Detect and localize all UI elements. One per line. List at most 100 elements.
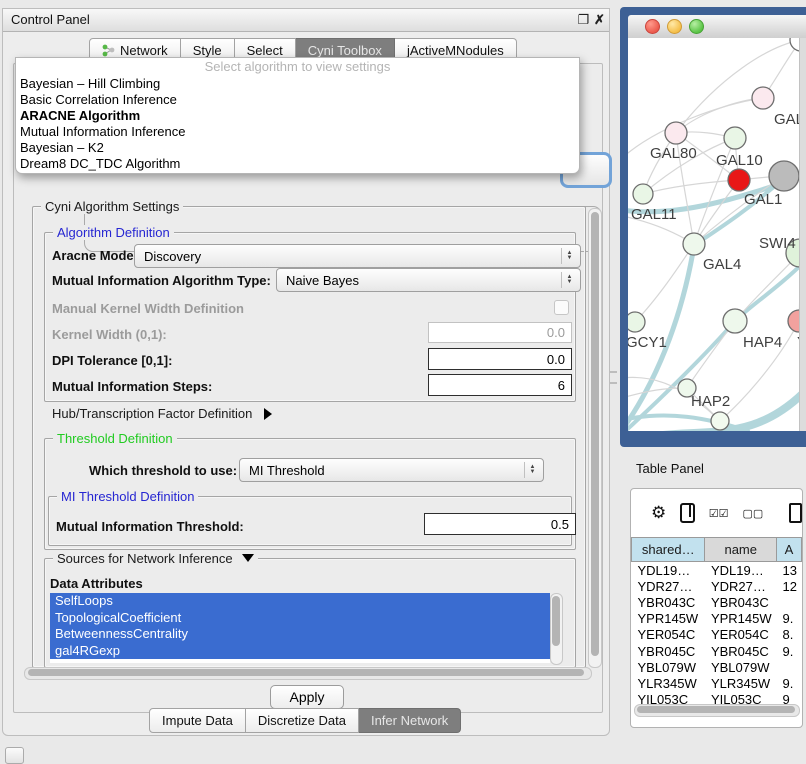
algorithm-dropdown-placeholder: Select algorithm to view settings	[16, 58, 579, 76]
network-vertical-scrollbar[interactable]	[799, 38, 806, 431]
node-gal10[interactable]	[724, 127, 746, 149]
select-all-checkboxes-icon[interactable]: ☑☑	[709, 507, 729, 520]
column-header-name[interactable]: name	[705, 538, 777, 562]
clear-checkboxes-icon[interactable]: ▢▢	[743, 507, 764, 520]
manual-kernel-width-label: Manual Kernel Width Definition	[52, 301, 244, 316]
node-label: HAP2	[691, 393, 730, 410]
aracne-mode-combobox[interactable]: Discovery ▲▼	[134, 244, 581, 268]
node-hap4[interactable]	[723, 309, 747, 333]
mi-threshold-definition-title: MI Threshold Definition	[57, 489, 198, 504]
algorithm-option[interactable]: Bayesian – Hill Climbing	[16, 76, 579, 92]
cyni-mode-tabbar: Impute Data Discretize Data Infer Networ…	[149, 708, 461, 731]
dpi-tolerance-field[interactable]: 0.0	[428, 348, 572, 370]
minimized-panel-button[interactable]	[5, 747, 24, 764]
mi-steps-label: Mutual Information Steps:	[52, 379, 212, 394]
split-columns-icon[interactable]	[680, 503, 695, 523]
column-header-partial[interactable]: A	[777, 538, 802, 562]
zoom-traffic-light-icon[interactable]	[689, 19, 704, 34]
close-traffic-light-icon[interactable]	[645, 19, 660, 34]
node-label: GAL1	[744, 191, 782, 208]
network-canvas[interactable]: GAL GAL80 GAL10 GAL1 GAL11 SWI4 GAL4 GCY…	[628, 38, 806, 431]
node-label: SWI4	[759, 235, 796, 252]
which-threshold-combobox[interactable]: MI Threshold ▲▼	[239, 458, 544, 482]
network-window-titlebar	[628, 15, 806, 39]
table-row[interactable]: YPR145WYPR145W9.	[632, 611, 802, 627]
table-row[interactable]: YBR043CYBR043C	[632, 594, 802, 610]
screen: Control Panel ❐ ✗ Network Style Select	[0, 0, 806, 762]
settings-vertical-scrollbar[interactable]	[588, 208, 602, 668]
table-horizontal-scrollbar[interactable]	[634, 704, 800, 717]
node-label: HAP4	[743, 334, 782, 351]
threshold-definition-title: Threshold Definition	[53, 431, 177, 446]
data-attributes-label: Data Attributes	[50, 576, 143, 591]
close-window-icon[interactable]: ✗	[592, 12, 607, 27]
algorithm-dropdown-popup: Select algorithm to view settings Bayesi…	[15, 57, 580, 174]
mi-algorithm-type-label: Mutual Information Algorithm Type:	[52, 273, 271, 288]
list-item[interactable]: SelfLoops	[50, 593, 550, 610]
algorithm-definition-title: Algorithm Definition	[53, 225, 174, 240]
list-item[interactable]: gal4RGexp	[50, 643, 550, 660]
tab-infer-network[interactable]: Infer Network	[359, 708, 461, 733]
hub-tf-definition-toggle[interactable]: Hub/Transcription Factor Definition	[52, 406, 272, 421]
apply-button[interactable]: Apply	[270, 685, 344, 709]
table-row[interactable]: YDL19…YDL19…13	[632, 562, 802, 579]
table-toolbar: ⚙ ☑☑ ▢▢	[631, 489, 802, 537]
node-gray[interactable]	[769, 161, 799, 191]
settings-group-title: Cyni Algorithm Settings	[41, 199, 183, 214]
node-label: GAL80	[650, 145, 697, 162]
sources-group-title[interactable]: Sources for Network Inference	[53, 551, 258, 566]
node-gcy1[interactable]	[628, 312, 645, 332]
algorithm-option-selected[interactable]: ARACNE Algorithm	[16, 108, 579, 124]
node-gal80[interactable]	[665, 122, 687, 144]
network-icon	[102, 44, 115, 57]
table-row[interactable]: YLR345WYLR345W9.	[632, 675, 802, 691]
mi-steps-field[interactable]: 6	[428, 374, 572, 396]
node-label: GAL10	[716, 152, 763, 169]
tab-discretize-data[interactable]: Discretize Data	[246, 708, 359, 733]
attributes-scrollbar[interactable]	[550, 593, 563, 665]
node-label: GAL4	[703, 256, 741, 273]
table-row[interactable]: YBL079WYBL079W	[632, 659, 802, 675]
network-view-window: GAL GAL80 GAL10 GAL1 GAL11 SWI4 GAL4 GCY…	[620, 7, 806, 447]
node-gal11[interactable]	[633, 184, 653, 204]
function-builder-icon[interactable]	[789, 503, 802, 523]
dpi-tolerance-label: DPI Tolerance [0,1]:	[52, 353, 172, 368]
tab-network-label: Network	[120, 43, 168, 58]
column-header-shared-name[interactable]: shared…	[632, 538, 705, 562]
mi-algorithm-type-combobox[interactable]: Naive Bayes ▲▼	[276, 268, 581, 292]
mi-threshold-field[interactable]: 0.5	[424, 513, 576, 535]
collapse-down-icon	[242, 554, 254, 562]
float-window-icon[interactable]: ❐	[576, 12, 591, 27]
table-row[interactable]: YBR045CYBR045C9.	[632, 643, 802, 659]
manual-kernel-width-checkbox[interactable]	[554, 300, 569, 315]
list-item[interactable]: BetweennessCentrality	[50, 626, 550, 643]
list-item[interactable]: TopologicalCoefficient	[50, 610, 550, 627]
expand-right-icon	[264, 408, 272, 420]
algorithm-option[interactable]: Basic Correlation Inference	[16, 92, 579, 108]
node-gal-pink[interactable]	[752, 87, 774, 109]
table-row[interactable]: YDR27…YDR27…12	[632, 578, 802, 594]
node-bottom[interactable]	[711, 412, 729, 430]
stepper-arrows-icon: ▲▼	[524, 462, 540, 478]
minimize-traffic-light-icon[interactable]	[667, 19, 682, 34]
algorithm-option[interactable]: Dream8 DC_TDC Algorithm	[16, 156, 579, 172]
table-row[interactable]: YER054CYER054C8.	[632, 627, 802, 643]
panel-divider-grip[interactable]	[610, 371, 617, 384]
algorithm-option[interactable]: Bayesian – K2	[16, 140, 579, 156]
gear-icon[interactable]: ⚙	[651, 503, 666, 523]
kernel-width-label: Kernel Width (0,1):	[52, 327, 167, 342]
mi-threshold-label: Mutual Information Threshold:	[56, 519, 244, 534]
tab-impute-data[interactable]: Impute Data	[149, 708, 246, 733]
stepper-arrows-icon: ▲▼	[561, 272, 577, 288]
data-attributes-list[interactable]: SelfLoops TopologicalCoefficient Between…	[50, 593, 550, 663]
kernel-width-field[interactable]: 0.0	[428, 322, 572, 343]
node-label: GCY1	[628, 334, 667, 351]
table-panel-title: Table Panel	[636, 461, 704, 476]
node-gal1-red[interactable]	[728, 169, 750, 191]
control-panel-title: Control Panel	[11, 12, 90, 27]
settings-horizontal-scrollbar[interactable]	[24, 667, 592, 680]
node-gal4[interactable]	[683, 233, 705, 255]
algorithm-option[interactable]: Mutual Information Inference	[16, 124, 579, 140]
stepper-arrows-icon: ▲▼	[561, 248, 577, 264]
node-label: GAL11	[631, 206, 677, 223]
